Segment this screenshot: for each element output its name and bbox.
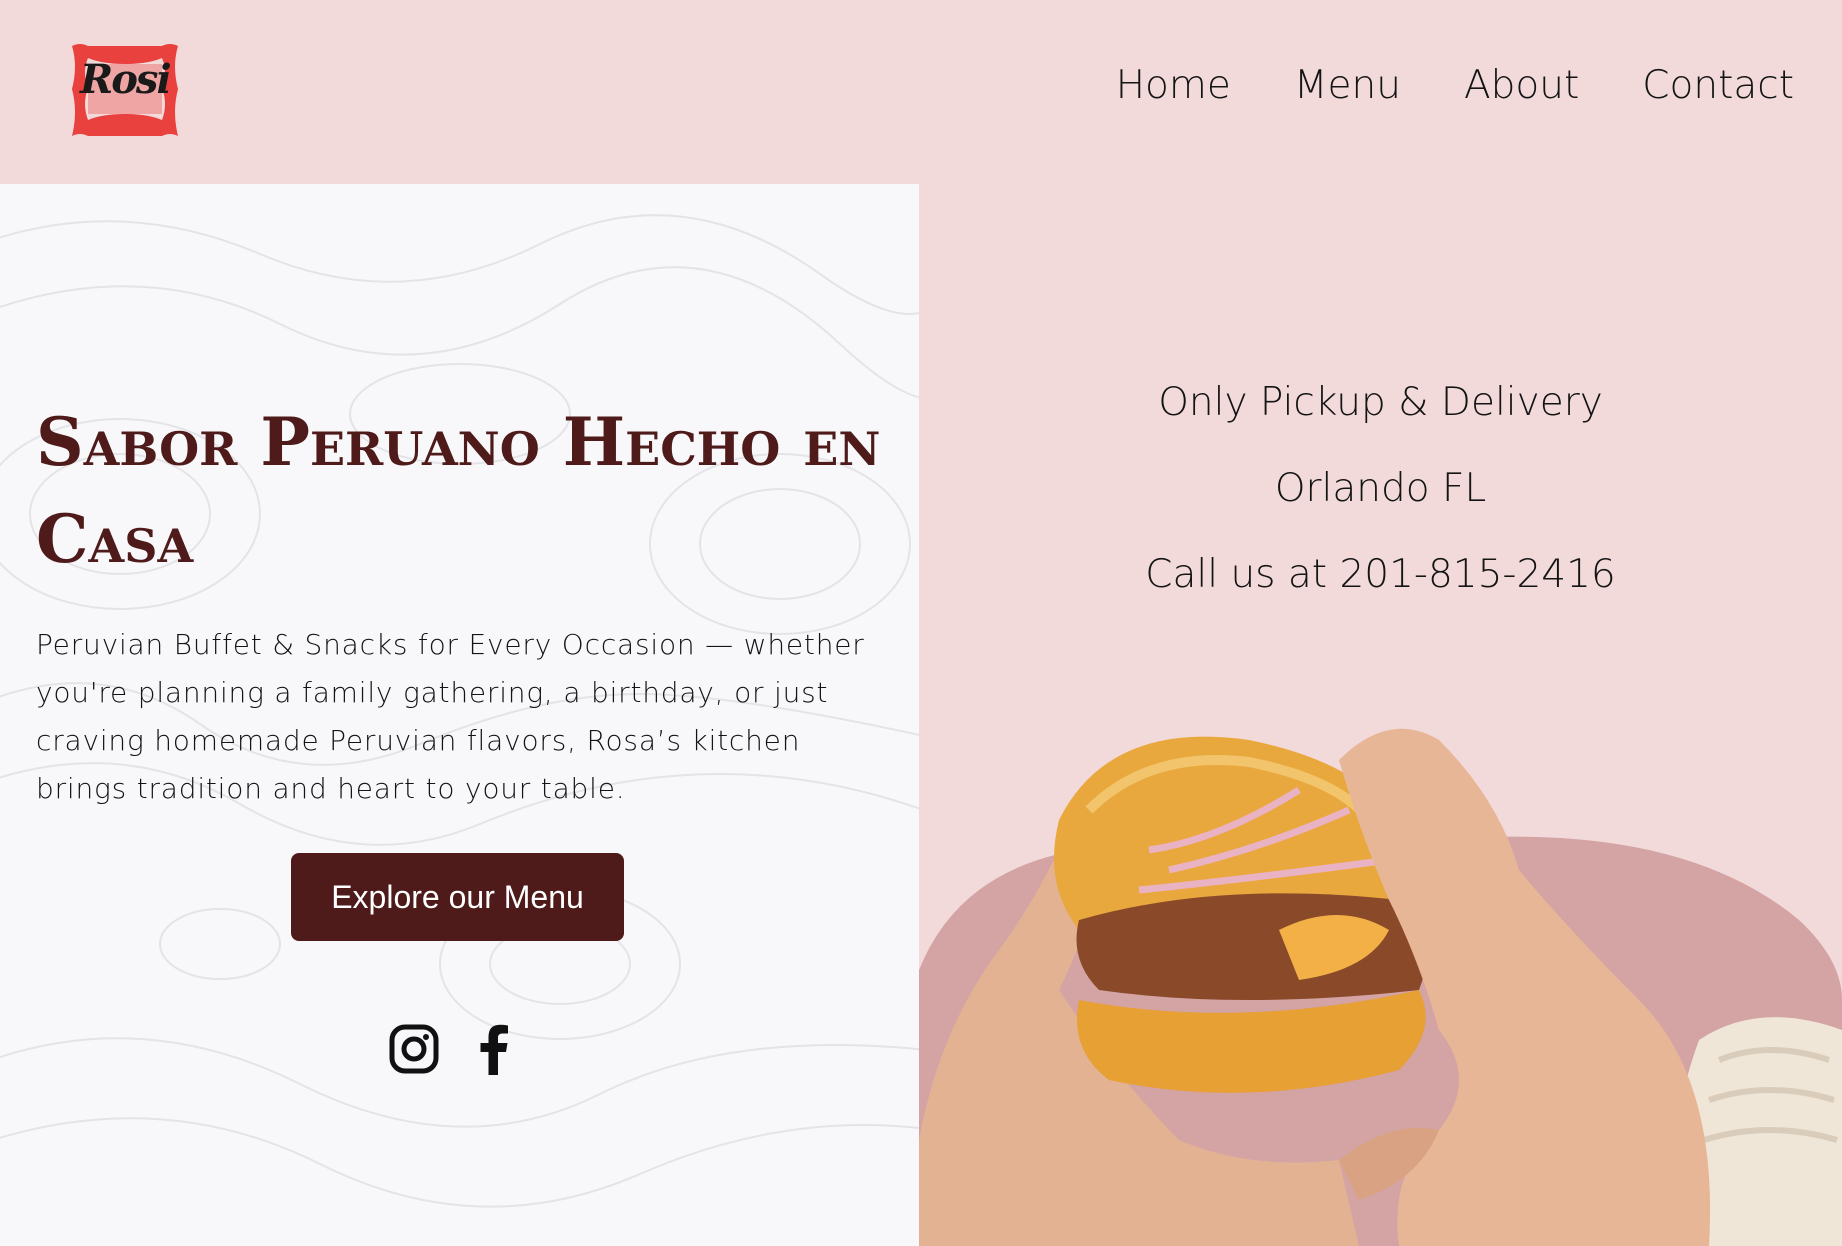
nav-contact[interactable]: Contact <box>1642 62 1794 110</box>
contact-info: Only Pickup & Delivery Orlando FL Call u… <box>919 368 1842 626</box>
explore-menu-button[interactable]: Explore our Menu <box>291 853 624 941</box>
phone-text: Call us at 201-815-2416 <box>1145 552 1616 597</box>
nav-about[interactable]: About <box>1464 62 1579 110</box>
social-links <box>389 1023 527 1075</box>
facebook-icon[interactable] <box>477 1023 527 1075</box>
hero-panel: Sabor Peruano Hecho en Casa Peruvian Buf… <box>0 184 919 1246</box>
instagram-icon[interactable] <box>389 1023 439 1075</box>
pickup-delivery-text: Only Pickup & Delivery <box>1158 380 1603 425</box>
main-nav: Home Menu About Contact <box>1053 62 1794 110</box>
nav-home[interactable]: Home <box>1116 62 1231 110</box>
hero-headline: Sabor Peruano Hecho en Casa <box>36 403 881 578</box>
sandwich-photo <box>919 700 1842 1246</box>
location-text: Orlando FL <box>1274 466 1487 511</box>
site-logo[interactable]: Rosi <box>68 42 182 136</box>
hero-description: Peruvian Buffet & Snacks for Every Occas… <box>36 628 865 805</box>
site-header: Rosi Home Menu About Contact <box>0 0 1842 184</box>
nav-menu[interactable]: Menu <box>1294 62 1401 110</box>
logo-wordmark: Rosi <box>80 56 172 103</box>
